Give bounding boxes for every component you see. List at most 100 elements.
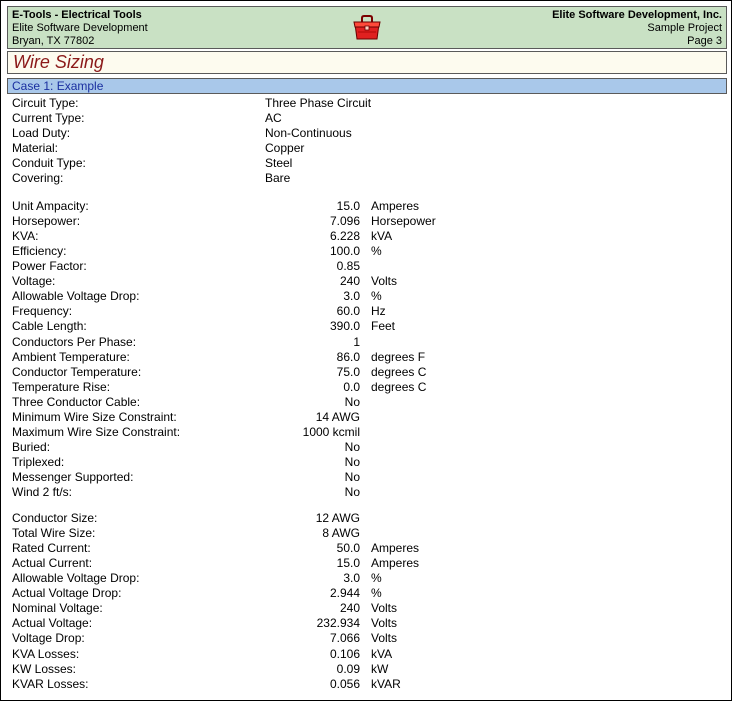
row-unit: Amperes bbox=[371, 199, 420, 213]
row-value: 2.944 bbox=[329, 586, 360, 601]
report-row: Frequency: 60.0 Hz bbox=[1, 304, 731, 319]
report-row: Cable Length: 390.0 Feet bbox=[1, 319, 731, 334]
report-row: Nominal Voltage: 240 Volts bbox=[1, 601, 731, 616]
report-title-bar: Wire Sizing bbox=[7, 51, 727, 74]
report-row: KVA: 6.228 kVA bbox=[1, 229, 731, 244]
row-value: 12 AWG bbox=[315, 511, 360, 525]
row-value: 14 AWG bbox=[315, 409, 360, 424]
row-label: Actual Voltage: bbox=[12, 616, 93, 631]
report-row: KVAR Losses: 0.056 kVAR bbox=[1, 677, 731, 692]
row-unit: Amperes bbox=[371, 541, 420, 556]
row-value: No bbox=[344, 394, 360, 409]
report-row: Load Duty: Non-Continuous bbox=[1, 126, 731, 141]
row-label: Load Duty: bbox=[12, 126, 71, 141]
row-value: 0.09 bbox=[336, 661, 360, 676]
row-label: Conduit Type: bbox=[12, 156, 86, 171]
red-toolbox-icon bbox=[352, 14, 382, 42]
report-title: Wire Sizing bbox=[13, 52, 104, 72]
report-row: Voltage: 240 Volts bbox=[1, 274, 731, 289]
row-label: Ambient Temperature: bbox=[12, 349, 130, 364]
row-label: Rated Current: bbox=[12, 541, 91, 556]
row-value: 0.106 bbox=[329, 646, 360, 661]
row-value: AC bbox=[265, 111, 282, 125]
row-label: Horsepower: bbox=[12, 214, 81, 229]
row-label: Messenger Supported: bbox=[12, 469, 134, 484]
row-value: 1 bbox=[353, 334, 360, 349]
row-label: Maximum Wire Size Constraint: bbox=[12, 424, 181, 439]
report-row: Conductors Per Phase: 1 bbox=[1, 335, 731, 350]
row-value: 7.096 bbox=[329, 214, 360, 229]
app-title: E-Tools - Electrical Tools bbox=[12, 9, 142, 21]
row-value: Three Phase Circuit bbox=[265, 96, 372, 110]
row-label: Triplexed: bbox=[12, 454, 65, 469]
row-label: KVAR Losses: bbox=[12, 676, 89, 691]
row-unit: Feet bbox=[371, 319, 396, 334]
report-row: Ambient Temperature: 86.0 degrees F bbox=[1, 350, 731, 365]
report-row: Temperature Rise: 0.0 degrees C bbox=[1, 380, 731, 395]
report-row: KW Losses: 0.09 kW bbox=[1, 662, 731, 677]
row-label: KVA Losses: bbox=[12, 646, 80, 661]
row-value: 390.0 bbox=[329, 319, 360, 334]
row-value: No bbox=[344, 454, 360, 469]
row-label: Covering: bbox=[12, 171, 64, 186]
case-title: Case 1: Example bbox=[12, 79, 104, 93]
row-unit: kVAR bbox=[371, 676, 401, 691]
report-row: KVA Losses: 0.106 kVA bbox=[1, 647, 731, 662]
row-value: 1000 kcmil bbox=[302, 424, 360, 439]
row-value: 240 bbox=[339, 274, 360, 289]
report-header: E-Tools - Electrical Tools Elite Softwar… bbox=[7, 6, 727, 49]
report-row: Unit Ampacity: 15.0 Amperes bbox=[1, 199, 731, 214]
row-unit: Volts bbox=[371, 601, 398, 616]
row-label: Voltage: bbox=[12, 274, 56, 289]
row-label: Total Wire Size: bbox=[12, 526, 96, 540]
row-value: 86.0 bbox=[336, 349, 360, 364]
report-row: Conductor Size: 12 AWG bbox=[1, 511, 731, 526]
report-row: Buried: No bbox=[1, 440, 731, 455]
report-row: Messenger Supported: No bbox=[1, 470, 731, 485]
row-unit: Volts bbox=[371, 631, 398, 646]
row-unit: Horsepower bbox=[371, 214, 436, 229]
company-line: Elite Software Development bbox=[12, 22, 148, 34]
row-label: Nominal Voltage: bbox=[12, 601, 103, 616]
row-unit: Amperes bbox=[371, 556, 420, 571]
project-name: Sample Project bbox=[647, 22, 722, 34]
page-number: Page 3 bbox=[687, 35, 722, 47]
report-row: Circuit Type: Three Phase Circuit bbox=[1, 96, 731, 111]
row-unit: % bbox=[371, 244, 382, 259]
report-page: E-Tools - Electrical Tools Elite Softwar… bbox=[0, 0, 732, 701]
report-row: Actual Voltage Drop: 2.944% bbox=[1, 586, 731, 601]
row-label: Circuit Type: bbox=[12, 96, 79, 110]
row-unit: Volts bbox=[371, 616, 398, 631]
row-unit: Hz bbox=[371, 304, 386, 319]
row-label: Conductor Size: bbox=[12, 511, 98, 525]
row-label: Three Conductor Cable: bbox=[12, 394, 141, 409]
row-value: 0.0 bbox=[343, 379, 360, 394]
row-label: Allowable Voltage Drop: bbox=[12, 571, 140, 586]
row-label: Minimum Wire Size Constraint: bbox=[12, 409, 177, 424]
row-value: No bbox=[344, 439, 360, 454]
row-label: Unit Ampacity: bbox=[12, 199, 89, 213]
row-value: Non-Continuous bbox=[265, 126, 352, 141]
row-value: Copper bbox=[265, 141, 305, 156]
row-value: 50.0 bbox=[336, 541, 360, 556]
row-value: 3.0 bbox=[343, 571, 360, 586]
case-bar: Case 1: Example bbox=[7, 78, 727, 94]
report-row: Current Type: AC bbox=[1, 111, 731, 126]
row-value: 75.0 bbox=[336, 364, 360, 379]
row-value: 60.0 bbox=[336, 304, 360, 319]
report-row: Voltage Drop: 7.066 Volts bbox=[1, 631, 731, 646]
row-value: 100.0 bbox=[329, 244, 360, 259]
report-row: Actual Voltage: 232.934 Volts bbox=[1, 616, 731, 631]
row-unit: kW bbox=[371, 661, 389, 676]
report-row: Power Factor: 0.85 bbox=[1, 259, 731, 274]
row-value: 240 bbox=[339, 601, 360, 616]
row-value: 6.228 bbox=[329, 229, 360, 244]
row-unit: % bbox=[371, 586, 382, 601]
report-row: Total Wire Size: 8 AWG bbox=[1, 526, 731, 541]
row-label: KW Losses: bbox=[12, 661, 77, 676]
report-row: Conductor Temperature: 75.0 degrees C bbox=[1, 365, 731, 380]
row-label: Efficiency: bbox=[12, 244, 67, 259]
report-row: Material: Copper bbox=[1, 141, 731, 156]
row-value: Bare bbox=[265, 171, 291, 186]
row-label: Material: bbox=[12, 141, 59, 156]
